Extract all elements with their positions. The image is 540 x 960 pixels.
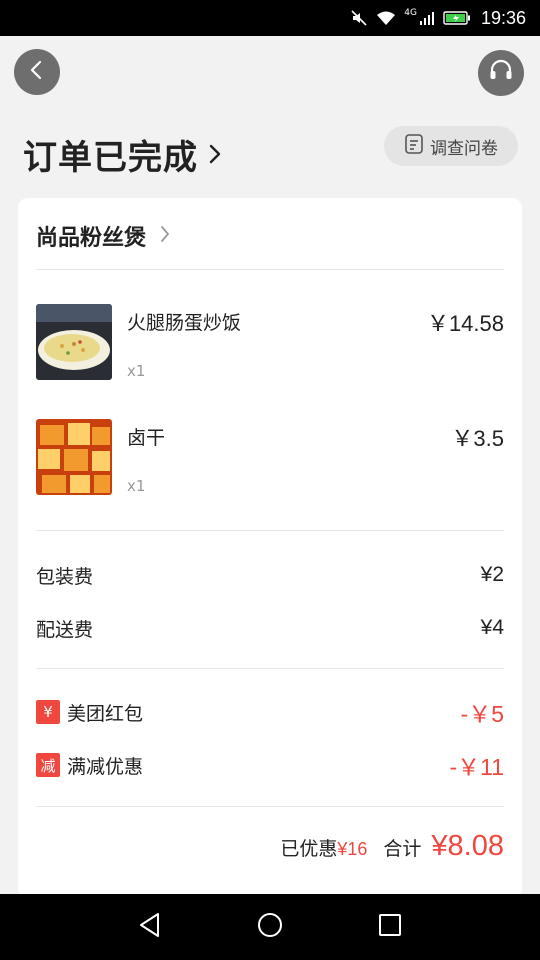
total-label: 合计	[383, 838, 422, 860]
square-recents-icon	[378, 913, 402, 941]
saved-amount: ¥16	[337, 839, 368, 859]
order-item[interactable]: 火腿肠蛋炒饭 x1 ￥14.58	[36, 304, 504, 384]
survey-icon	[404, 133, 424, 160]
order-status-title[interactable]: 订单已完成	[23, 130, 222, 179]
status-time: 19:36	[480, 7, 526, 28]
item-thumbnail	[36, 304, 112, 380]
order-total-row: 已优惠 ¥16 合计 ¥8.08	[280, 830, 504, 863]
chevron-left-icon	[26, 59, 48, 85]
divider	[36, 806, 504, 807]
back-button[interactable]	[14, 49, 60, 95]
nav-back-button[interactable]	[134, 911, 166, 943]
item-quantity: x1	[127, 477, 146, 495]
delivery-fee-row: 配送费 ¥4	[36, 613, 504, 643]
order-card: 尚品粉丝煲 火腿肠蛋炒饭 x1 ￥14.58 卤干 x1 ￥3.5 包装费 ¥2…	[18, 198, 522, 898]
order-item[interactable]: 卤干 x1 ￥3.5	[36, 419, 504, 499]
network-type-label: 4G	[404, 8, 417, 18]
item-thumbnail	[36, 419, 112, 495]
reduction-badge-icon: 减	[36, 753, 60, 777]
survey-button[interactable]: 调查问卷	[384, 126, 518, 166]
status-icons: 4G 19:36	[350, 0, 526, 36]
item-name: 火腿肠蛋炒饭	[127, 312, 242, 334]
discount-label: 满减优惠	[67, 755, 144, 778]
mute-icon	[350, 9, 368, 27]
wifi-icon	[376, 10, 396, 26]
fee-amount: ¥2	[480, 563, 504, 586]
status-bar: 4G 19:36	[0, 0, 540, 36]
shop-name: 尚品粉丝煲	[36, 226, 147, 251]
red-packet-discount-row: ¥ 美团红包 -￥5	[36, 697, 504, 727]
item-price: ￥14.58	[426, 311, 504, 336]
divider	[36, 269, 504, 270]
order-status-label: 订单已完成	[23, 138, 198, 178]
battery-icon	[443, 10, 471, 26]
fee-label: 配送费	[36, 618, 94, 641]
nav-home-button[interactable]	[254, 911, 286, 943]
discount-amount: -￥11	[449, 754, 504, 780]
fee-label: 包装费	[36, 565, 94, 588]
circle-home-icon	[257, 912, 283, 942]
headset-icon	[488, 58, 514, 88]
discount-amount: -￥5	[460, 701, 504, 727]
item-quantity: x1	[127, 362, 146, 380]
signal-icon	[419, 10, 435, 26]
item-name: 卤干	[127, 427, 166, 449]
divider	[36, 668, 504, 669]
customer-service-button[interactable]	[478, 50, 524, 96]
system-navigation-bar	[0, 894, 540, 960]
survey-label: 调查问卷	[430, 138, 498, 159]
chevron-right-icon	[198, 135, 222, 175]
chevron-right-icon	[146, 224, 170, 249]
yuan-badge-icon: ¥	[36, 700, 60, 724]
total-amount: ¥8.08	[431, 830, 504, 862]
nav-recents-button[interactable]	[374, 911, 406, 943]
packaging-fee-row: 包装费 ¥2	[36, 560, 504, 590]
discount-label: 美团红包	[67, 702, 144, 725]
divider	[36, 530, 504, 531]
item-price: ￥3.5	[451, 426, 504, 451]
fee-amount: ¥4	[480, 616, 504, 639]
saved-label: 已优惠	[280, 838, 338, 860]
triangle-back-icon	[138, 912, 162, 942]
full-reduction-discount-row: 减 满减优惠 -￥11	[36, 750, 504, 780]
shop-name-row[interactable]: 尚品粉丝煲	[36, 220, 170, 252]
